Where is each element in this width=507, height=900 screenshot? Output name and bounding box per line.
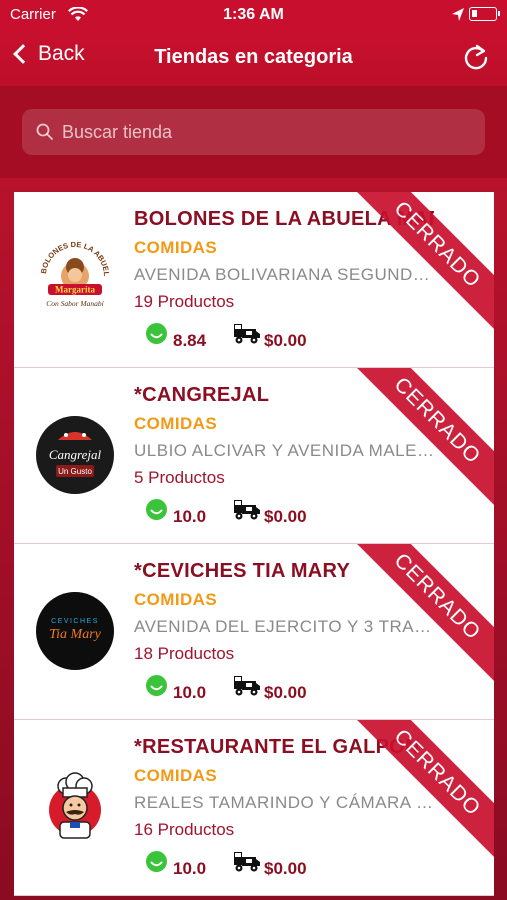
location-arrow-icon (452, 8, 464, 21)
status-bar: Carrier 1:36 AM (0, 0, 507, 30)
smiley-rating-icon (146, 323, 167, 344)
store-category: COMIDAS (134, 590, 218, 609)
chef-icon (36, 768, 114, 846)
smiley-rating-icon (146, 499, 167, 520)
store-card[interactable]: Cangrejal Un Gusto *CANGREJAL COMIDAS UL… (14, 368, 494, 544)
svg-text:Margarita: Margarita (55, 285, 95, 295)
store-rating: 8.84 (173, 331, 207, 350)
store-card[interactable]: *RESTAURANTE EL GALPON COMIDAS REALES TA… (14, 720, 494, 896)
search-icon (36, 123, 53, 140)
smiley-rating-icon (146, 851, 167, 872)
store-card[interactable]: CEVICHES Tia Mary *CEVICHES TIA MARY COM… (14, 544, 494, 720)
status-time: 1:36 AM (223, 6, 284, 23)
delivery-truck-icon (234, 324, 260, 344)
refresh-icon[interactable] (461, 43, 491, 73)
store-rating: 10.0 (173, 859, 207, 878)
svg-text:Cangrejal: Cangrejal (49, 447, 102, 462)
delivery-fee: $0.00 (264, 683, 307, 702)
store-card[interactable]: BOLONES DE LA ABUELA Margarita Con Sabor… (14, 192, 494, 368)
delivery-fee: $0.00 (264, 859, 307, 878)
store-address: AVENIDA BOLIVARIANA SEGUNDO PASAJE (134, 265, 440, 284)
store-rating: 10.0 (173, 507, 207, 526)
smiley-rating-icon (146, 675, 167, 696)
store-category: COMIDAS (134, 238, 218, 257)
svg-text:Un Gusto: Un Gusto (58, 467, 92, 476)
delivery-fee: $0.00 (264, 507, 307, 526)
store-product-count: 19 Productos (134, 292, 235, 311)
store-address: AVENIDA DEL EJERCITO Y 3 TRANSVERSAL (134, 617, 440, 636)
search-box[interactable] (22, 109, 485, 155)
navigation-bar: Back Tiendas en categoria (0, 30, 507, 86)
store-rating: 10.0 (173, 683, 207, 702)
delivery-truck-icon (234, 500, 260, 520)
store-product-count: 5 Productos (134, 468, 225, 487)
page-title: Tiendas en categoria (154, 46, 353, 68)
store-address: REALES TAMARINDO Y CÁMARA DE COMERCIO (134, 793, 440, 812)
delivery-truck-icon (234, 852, 260, 872)
store-product-count: 18 Productos (134, 644, 235, 663)
svg-text:CEVICHES: CEVICHES (51, 618, 99, 625)
svg-text:Tia Mary: Tia Mary (49, 627, 102, 642)
store-logo: CEVICHES Tia Mary (36, 592, 114, 670)
store-logo (36, 768, 114, 846)
store-logo: BOLONES DE LA ABUELA Margarita Con Sabor… (36, 240, 114, 318)
store-category: COMIDAS (134, 414, 218, 433)
store-category: COMIDAS (134, 766, 218, 785)
battery-icon (469, 7, 500, 21)
store-list: BOLONES DE LA ABUELA Margarita Con Sabor… (14, 192, 494, 896)
store-logo: Cangrejal Un Gusto (36, 416, 114, 494)
svg-text:Con Sabor Manabí: Con Sabor Manabí (46, 299, 104, 308)
store-product-count: 16 Productos (134, 820, 235, 839)
delivery-fee: $0.00 (264, 331, 307, 350)
store-address: ULBIO ALCIVAR Y AVENIDA MALECON (134, 441, 440, 460)
search-area (0, 86, 507, 178)
delivery-truck-icon (234, 676, 260, 696)
search-input[interactable] (62, 109, 472, 155)
